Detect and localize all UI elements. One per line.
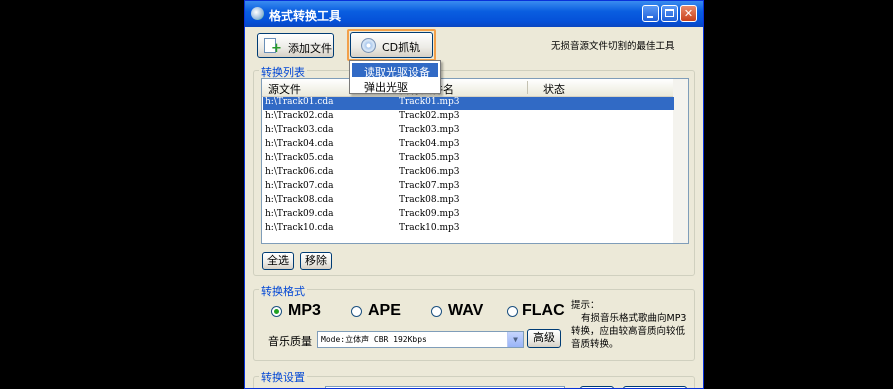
row-target: Track04.mp3 bbox=[399, 139, 460, 149]
table-row[interactable]: h:\Track03.cda Track03.mp3 bbox=[263, 125, 674, 138]
menu-item-label: 弹出光驱 bbox=[364, 81, 408, 94]
vertical-scrollbar[interactable] bbox=[673, 79, 688, 243]
table-row[interactable]: h:\Track01.cda Track01.mp3 bbox=[263, 97, 674, 110]
row-target: Track05.mp3 bbox=[399, 153, 460, 163]
row-target: Track03.mp3 bbox=[399, 125, 460, 135]
format-wav-label[interactable]: WAV bbox=[448, 302, 483, 320]
window-title: 格式转换工具 bbox=[269, 9, 342, 23]
format-flac-label[interactable]: FLAC bbox=[522, 302, 565, 320]
row-source: h:\Track04.cda bbox=[265, 139, 334, 149]
table-row[interactable]: h:\Track04.cda Track04.mp3 bbox=[263, 139, 674, 152]
table-row[interactable]: h:\Track05.cda Track05.mp3 bbox=[263, 153, 674, 166]
add-file-label: 添加文件 bbox=[288, 42, 332, 55]
select-all-button[interactable]: 全选 bbox=[262, 252, 294, 270]
tip-line: 音质转换。 bbox=[571, 339, 619, 350]
radio-mp3[interactable] bbox=[271, 306, 282, 317]
row-source: h:\Track01.cda bbox=[265, 97, 334, 107]
table-row[interactable]: h:\Track09.cda Track09.mp3 bbox=[263, 209, 674, 222]
format-mp3-label[interactable]: MP3 bbox=[288, 302, 321, 320]
radio-wav[interactable] bbox=[431, 306, 442, 317]
quality-value: Mode:立体声 CBR 192Kbps bbox=[321, 335, 427, 344]
format-ape-label[interactable]: APE bbox=[368, 302, 401, 320]
conversion-list[interactable]: 源文件 目标文件名 状态 h:\Track01.cda Track01.mp3 … bbox=[261, 78, 689, 244]
row-target: Track02.mp3 bbox=[399, 111, 460, 121]
table-row[interactable]: h:\Track06.cda Track06.mp3 bbox=[263, 167, 674, 180]
table-row[interactable]: h:\Track10.cda Track10.mp3 bbox=[263, 223, 674, 236]
format-group-label: 转换格式 bbox=[259, 283, 307, 299]
row-source: h:\Track07.cda bbox=[265, 181, 334, 191]
column-source[interactable]: 源文件 bbox=[268, 81, 301, 97]
chevron-down-icon[interactable]: ▼ bbox=[507, 332, 523, 347]
plus-icon: + bbox=[271, 41, 282, 56]
close-icon: ✕ bbox=[683, 7, 694, 20]
tip-title: 提示： bbox=[571, 300, 600, 311]
app-icon bbox=[251, 7, 264, 20]
remove-button[interactable]: 移除 bbox=[300, 252, 332, 270]
cd-icon bbox=[361, 38, 376, 53]
advanced-button[interactable]: 高级 bbox=[527, 329, 561, 348]
cd-rip-label: CD抓轨 bbox=[382, 41, 421, 54]
column-status[interactable]: 状态 bbox=[543, 81, 565, 97]
row-target: Track10.mp3 bbox=[399, 223, 460, 233]
tip-box: 提示： 有损音乐格式歌曲向MP3 转换，应由较高音质向较低 音质转换。 bbox=[571, 299, 691, 351]
row-target: Track06.mp3 bbox=[399, 167, 460, 177]
minimize-icon bbox=[647, 16, 653, 18]
row-target: Track09.mp3 bbox=[399, 209, 460, 219]
quality-select[interactable]: Mode:立体声 CBR 192Kbps ▼ bbox=[317, 331, 524, 348]
row-source: h:\Track09.cda bbox=[265, 209, 334, 219]
format-converter-window: 格式转换工具 ✕ + 添加文件 CD抓轨 无损音源文件切割的最佳工具 转换列表 … bbox=[244, 0, 704, 389]
tip-line: 有损音乐格式歌曲向MP3 bbox=[581, 313, 687, 324]
title-bar[interactable]: 格式转换工具 ✕ bbox=[245, 1, 703, 27]
minimize-button[interactable] bbox=[642, 5, 659, 22]
table-row[interactable]: h:\Track02.cda Track02.mp3 bbox=[263, 111, 674, 124]
tagline: 无损音源文件切割的最佳工具 bbox=[551, 41, 675, 52]
quality-label: 音乐质量 bbox=[268, 335, 312, 348]
row-target: Track01.mp3 bbox=[399, 97, 460, 107]
row-source: h:\Track08.cda bbox=[265, 195, 334, 205]
menu-item-eject[interactable]: 弹出光驱 bbox=[352, 78, 438, 94]
menu-item-read-drive[interactable]: 读取光驱设备 bbox=[352, 63, 438, 79]
row-source: h:\Track02.cda bbox=[265, 111, 334, 121]
maximize-button[interactable] bbox=[661, 5, 678, 22]
tip-line: 转换，应由较高音质向较低 bbox=[571, 326, 686, 337]
row-target: Track08.mp3 bbox=[399, 195, 460, 205]
add-file-button[interactable]: + 添加文件 bbox=[257, 33, 334, 58]
list-header: 源文件 目标文件名 状态 bbox=[262, 79, 688, 97]
row-source: h:\Track05.cda bbox=[265, 153, 334, 163]
column-divider bbox=[527, 81, 528, 94]
table-row[interactable]: h:\Track07.cda Track07.mp3 bbox=[263, 181, 674, 194]
settings-group-label: 转换设置 bbox=[259, 369, 307, 385]
table-row[interactable]: h:\Track08.cda Track08.mp3 bbox=[263, 195, 674, 208]
radio-ape[interactable] bbox=[351, 306, 362, 317]
row-source: h:\Track06.cda bbox=[265, 167, 334, 177]
row-target: Track07.mp3 bbox=[399, 181, 460, 191]
close-button[interactable]: ✕ bbox=[680, 5, 697, 22]
row-source: h:\Track03.cda bbox=[265, 125, 334, 135]
cd-rip-button[interactable]: CD抓轨 bbox=[350, 32, 433, 58]
radio-flac[interactable] bbox=[507, 306, 518, 317]
cd-rip-menu: 读取光驱设备 弹出光驱 bbox=[349, 60, 441, 94]
row-source: h:\Track10.cda bbox=[265, 223, 334, 233]
maximize-icon bbox=[665, 9, 674, 17]
